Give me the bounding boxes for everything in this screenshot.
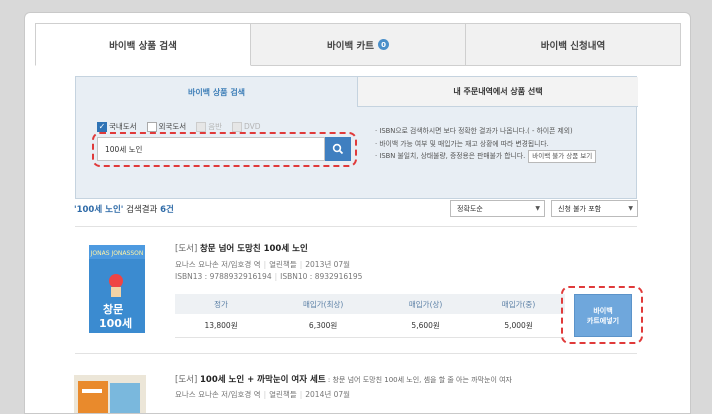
tab-label: 바이백 신청내역 xyxy=(540,40,606,52)
book-date: 2014년 07월 xyxy=(305,390,351,399)
results-keyword: '100세 노인' xyxy=(74,205,124,215)
note-line: · ISBN으로 검색하시면 보다 정확한 결과가 나옵니다.( - 하이픈 제… xyxy=(375,127,573,135)
book-date: 2013년 07월 xyxy=(305,260,351,269)
book-type: [도서] xyxy=(175,244,198,254)
checkbox-disabled-icon[interactable] xyxy=(196,121,207,132)
svg-text:JONAS JONASSON: JONAS JONASSON xyxy=(90,250,144,257)
price-header: 매입가(중) xyxy=(472,294,565,314)
category-foreign-books[interactable]: 외국도서 xyxy=(146,121,187,132)
svg-text:100세: 100세 xyxy=(99,316,132,330)
tab-buyback-history[interactable]: 바이백 신청내역 xyxy=(465,23,681,66)
category-label: 음반 xyxy=(208,122,223,131)
book-set-cover-art xyxy=(74,375,146,413)
category-label: 외국도서 xyxy=(158,122,187,131)
book-title-link[interactable]: 창문 넘어 도망친 100세 노인 xyxy=(200,244,308,254)
book-title-link[interactable]: 100세 노인 + 까막눈이 여자 세트 xyxy=(200,375,326,385)
divider xyxy=(75,226,637,227)
highlight-search-input xyxy=(92,132,357,167)
results-count: 6건 xyxy=(160,205,174,215)
tab-buyback-search[interactable]: 바이백 상품 검색 xyxy=(35,23,251,66)
results-summary: '100세 노인' 검색결과 6건 xyxy=(74,203,174,215)
category-domestic-books[interactable]: ✓ 국내도서 xyxy=(97,121,137,132)
note-line: · 바이백 가능 여부 및 매입가는 재고 상황에 따라 변경됩니다. xyxy=(375,139,549,148)
tab-label: 바이백 카트 xyxy=(326,40,374,52)
price-row: 13,800원 6,300원 5,600원 5,000원 xyxy=(175,314,565,338)
price-header: 정가 xyxy=(175,294,268,314)
filter-select[interactable]: 신청 불가 포함 ▼ xyxy=(551,200,638,217)
category-label: DVD xyxy=(244,122,261,131)
book-title-line: [도서] 창문 넘어 도망친 100세 노인 xyxy=(175,242,308,254)
note-text: · ISBN 불일치, 상태불량, 증정용은 판매불가 합니다. xyxy=(375,152,526,160)
category-dvd[interactable]: DVD xyxy=(232,121,261,132)
sort-select[interactable]: 정확도순 ▼ xyxy=(450,200,545,217)
price-table: 정가 매입가(최상) 매입가(상) 매입가(중) 13,800원 6,300원 … xyxy=(175,294,565,338)
divider xyxy=(75,353,637,354)
checkbox-icon[interactable] xyxy=(146,121,157,132)
isbn13: ISBN13 : 9788932916194 xyxy=(175,272,272,281)
book-publisher: 열린책들 xyxy=(269,390,297,399)
price-cell: 6,300원 xyxy=(267,314,380,338)
book-type: [도서] xyxy=(175,375,198,385)
isbn10: ISBN10 : 8932916195 xyxy=(280,272,363,281)
category-music[interactable]: 음반 xyxy=(196,121,222,132)
subtab-product-search[interactable]: 바이백 상품 검색 xyxy=(76,77,357,107)
search-notes: · ISBN으로 검색하시면 보다 정확한 결과가 나옵니다.( - 하이픈 제… xyxy=(375,125,637,163)
price-cell: 13,800원 xyxy=(175,314,268,338)
tab-buyback-cart[interactable]: 바이백 카트 0 xyxy=(250,23,466,66)
book-meta: 요나스 요나손 저/임호경 역 | 열린책들 | 2014년 07월 xyxy=(175,390,351,399)
book-cover-image[interactable] xyxy=(74,375,146,413)
sort-value: 정확도순 xyxy=(457,204,483,213)
main-tabs: 바이백 상품 검색 바이백 카트 0 바이백 신청내역 xyxy=(35,23,681,66)
checkbox-disabled-icon[interactable] xyxy=(232,121,243,132)
note-line: · ISBN 불일치, 상태불량, 증정용은 판매불가 합니다. 바이백 불가 상… xyxy=(375,150,637,163)
book-meta: 요나스 요나손 저/임호경 역 | 열린책들 | 2013년 07월 xyxy=(175,260,351,269)
unsellable-items-button[interactable]: 바이백 불가 상품 보기 xyxy=(528,150,597,163)
price-header: 매입가(상) xyxy=(379,294,473,314)
chevron-down-icon: ▼ xyxy=(628,205,633,212)
svg-text:창문: 창문 xyxy=(103,302,123,316)
book-cover-art: JONAS JONASSON 창문 100세 xyxy=(89,245,145,333)
category-label: 국내도서 xyxy=(109,122,137,131)
price-cell: 5,000원 xyxy=(472,314,565,338)
filter-value: 신청 불가 포함 xyxy=(558,204,602,213)
book-authors: 요나스 요나손 저/임호경 역 xyxy=(175,260,261,269)
category-filters: ✓ 국내도서 외국도서 음반 DVD xyxy=(97,121,261,132)
book-description: : 창문 넘어 도망친 100세 노인, 셈을 할 줄 아는 까막눈이 여자 xyxy=(325,376,512,384)
price-cell: 5,600원 xyxy=(379,314,473,338)
book-title-line: [도서] 100세 노인 + 까막눈이 여자 세트 : 창문 넘어 도망친 10… xyxy=(175,373,512,385)
book-publisher: 열린책들 xyxy=(269,260,297,269)
checkbox-checked-icon[interactable]: ✓ xyxy=(97,121,107,132)
book-cover-image[interactable]: JONAS JONASSON 창문 100세 xyxy=(89,245,145,333)
highlight-cart-button xyxy=(561,286,643,344)
book-isbn: ISBN13 : 9788932916194 | ISBN10 : 89329161… xyxy=(175,272,363,281)
book-authors: 요나스 요나손 저/임호경 역 xyxy=(175,390,261,399)
cart-count-badge: 0 xyxy=(378,39,389,50)
price-header: 매입가(최상) xyxy=(267,294,380,314)
results-label: 검색결과 xyxy=(123,205,161,215)
chevron-down-icon: ▼ xyxy=(535,205,540,212)
search-section: 바이백 상품 검색 내 주문내역에서 상품 선택 ✓ 국내도서 외국도서 음반 … xyxy=(75,76,638,199)
price-header-row: 정가 매입가(최상) 매입가(상) 매입가(중) xyxy=(175,294,565,314)
subtab-order-history[interactable]: 내 주문내역에서 상품 선택 xyxy=(357,77,638,107)
tab-label: 바이백 상품 검색 xyxy=(109,40,177,52)
buyback-panel: 바이백 상품 검색 바이백 카트 0 바이백 신청내역 바이백 상품 검색 내 … xyxy=(24,12,691,414)
